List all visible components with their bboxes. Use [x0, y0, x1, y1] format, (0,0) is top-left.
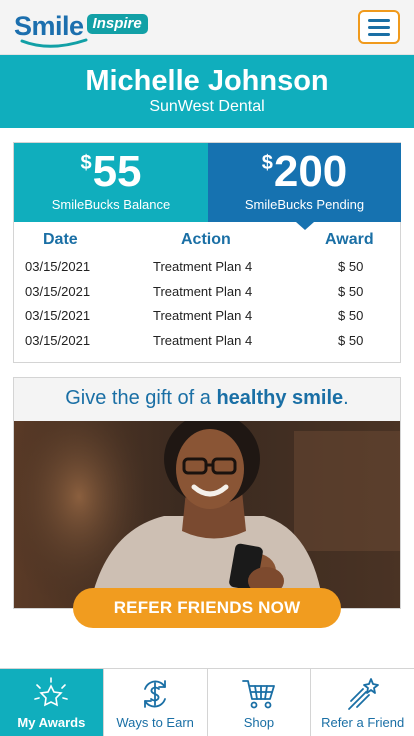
- balance-stat: $ 55 SmileBucks Balance: [14, 143, 208, 222]
- promo-headline: Give the gift of a healthy smile.: [65, 387, 349, 409]
- profile-banner: Michelle Johnson SunWest Dental: [0, 55, 414, 128]
- logo-swoosh-icon: [20, 38, 88, 48]
- row-action: Treatment Plan 4: [153, 259, 253, 274]
- bottom-nav: My Awards Ways to Earn Shop Refer a Frie…: [0, 668, 414, 736]
- row-award: $ 50: [338, 333, 364, 348]
- row-action: Treatment Plan 4: [153, 308, 253, 323]
- logo-word: Smile: [14, 11, 84, 41]
- row-date: 03/15/2021: [25, 333, 91, 348]
- history-row: 03/15/2021 Treatment Plan 4 $ 50: [14, 333, 400, 357]
- top-bar: Smile Inspire: [0, 0, 414, 55]
- refer-friends-button[interactable]: REFER FRIENDS NOW: [73, 588, 341, 628]
- nav-my-awards[interactable]: My Awards: [0, 669, 103, 736]
- nav-ways-to-earn[interactable]: Ways to Earn: [102, 669, 207, 736]
- app-screen: Smile Inspire Michelle Johnson SunWest D…: [0, 0, 414, 736]
- row-award: $ 50: [338, 284, 364, 299]
- column-action: Action: [181, 231, 231, 248]
- promo-photo: [14, 421, 400, 608]
- pending-pointer: [296, 222, 314, 230]
- row-date: 03/15/2021: [25, 284, 91, 299]
- hamburger-icon: [368, 18, 390, 22]
- row-date: 03/15/2021: [25, 308, 91, 323]
- shooting-star-icon: [347, 678, 379, 710]
- cart-icon: [241, 680, 275, 709]
- pending-amount: 200: [273, 147, 348, 196]
- referral-promo: Give the gift of a healthy smile.: [13, 377, 401, 609]
- row-date: 03/15/2021: [25, 259, 91, 274]
- row-action: Treatment Plan 4: [153, 284, 253, 299]
- history-row: 03/15/2021 Treatment Plan 4 $ 50: [14, 259, 400, 283]
- column-date: Date: [43, 231, 78, 248]
- menu-button[interactable]: [358, 10, 400, 44]
- logo-badge: Inspire: [86, 14, 148, 34]
- smilebucks-card: $ 55 SmileBucks Balance $ 200 SmileBucks…: [13, 142, 401, 363]
- nav-shop[interactable]: Shop: [206, 669, 311, 736]
- pending-label: SmileBucks Pending: [244, 197, 365, 212]
- balance-amount: 55: [92, 147, 142, 196]
- history-row: 03/15/2021 Treatment Plan 4 $ 50: [14, 308, 400, 332]
- currency-symbol: $: [80, 152, 92, 174]
- user-name: Michelle Johnson: [85, 65, 329, 97]
- sparkle-icon: [34, 677, 69, 707]
- nav-refer-a-friend[interactable]: Refer a Friend: [310, 669, 414, 736]
- row-action: Treatment Plan 4: [153, 333, 253, 348]
- row-award: $ 50: [338, 259, 364, 274]
- column-award: Award: [325, 231, 374, 248]
- currency-symbol: $: [261, 152, 273, 174]
- history-row: 03/15/2021 Treatment Plan 4 $ 50: [14, 284, 400, 308]
- nav-label: Refer a Friend: [321, 715, 405, 730]
- nav-label: Shop: [243, 715, 275, 730]
- nav-label: Ways to Earn: [116, 715, 194, 730]
- pending-stat: $ 200 SmileBucks Pending: [208, 143, 401, 222]
- row-award: $ 50: [338, 308, 364, 323]
- practice-name: SunWest Dental: [149, 98, 265, 115]
- dollar-cycle-icon: [144, 680, 167, 708]
- balance-label: SmileBucks Balance: [51, 197, 171, 212]
- app-logo[interactable]: Smile Inspire: [14, 11, 148, 48]
- nav-label: My Awards: [17, 715, 86, 730]
- history-header: Date Action Award: [14, 231, 400, 253]
